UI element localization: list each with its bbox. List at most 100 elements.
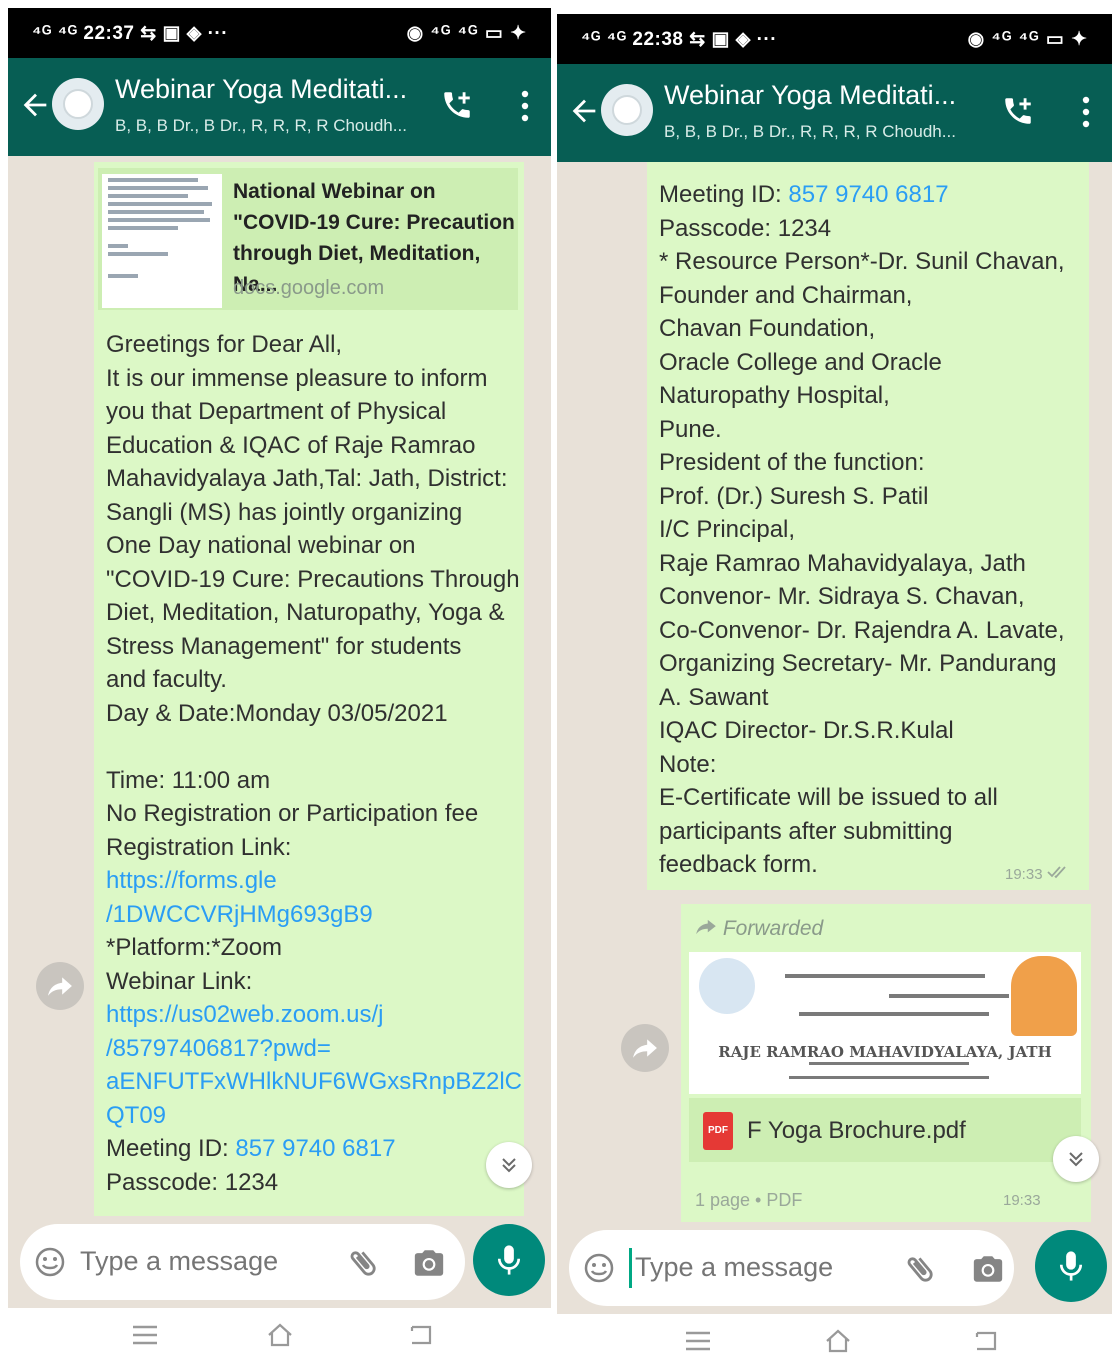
- message-link[interactable]: https://forms.gle: [106, 867, 277, 894]
- message-line-text: Registration Link:: [106, 833, 292, 861]
- message-line-text: Passcode: 1234: [659, 214, 832, 242]
- message-link[interactable]: /85797406817?pwd=: [106, 1035, 331, 1062]
- message-line: [106, 730, 522, 764]
- message-line-text: Meeting ID:: [659, 181, 789, 208]
- message-link[interactable]: aENFUTFxWHlkNUF6WGxsRnpBZ2lC: [106, 1068, 522, 1095]
- message-line-text: Prof. (Dr.) Suresh S. Patil: [659, 482, 929, 510]
- doc-thumbnail: [102, 174, 222, 308]
- message-line: Greetings for Dear All,: [106, 328, 522, 362]
- message-link[interactable]: /1DWCCVRjHMg693gB9: [106, 901, 373, 928]
- status-bar: ⁴ᴳ ⁴ᴳ 22:37 ⇆ ▣ ◈ ··· ◉ ⁴ᴳ ⁴ᴳ ▭ ✦: [8, 8, 551, 58]
- message-line: * Resource Person*-Dr. Sunil Chavan,: [659, 245, 1065, 279]
- meeting-id-link[interactable]: 857 9740 6817: [235, 1135, 395, 1162]
- message-line[interactable]: /1DWCCVRjHMg693gB9: [106, 898, 522, 932]
- brochure-text-line: [889, 994, 1009, 998]
- mic-button[interactable]: [473, 1224, 545, 1296]
- composer: [8, 1216, 551, 1308]
- message-link[interactable]: QT09: [106, 1102, 166, 1129]
- message-line: IQAC Director- Dr.S.R.Kulal: [659, 714, 1065, 748]
- attach-icon[interactable]: [346, 1246, 380, 1280]
- more-vert-icon[interactable]: [1082, 96, 1090, 128]
- message-line-text: Naturopathy Hospital,: [659, 382, 890, 409]
- add-call-icon[interactable]: [440, 88, 474, 122]
- home-icon[interactable]: [265, 1322, 295, 1348]
- chat-header: Webinar Yoga Meditati... B, B, B Dr., B …: [557, 64, 1112, 162]
- camera-icon[interactable]: [971, 1252, 1005, 1286]
- message-line-text: Convenor- Mr. Sidraya S. Chavan,: [659, 583, 1025, 610]
- chat-title[interactable]: Webinar Yoga Meditati...: [664, 80, 964, 111]
- message-input[interactable]: [635, 1252, 875, 1283]
- camera-icon[interactable]: [412, 1246, 446, 1280]
- back-nav-icon[interactable]: [406, 1322, 436, 1348]
- chat-title[interactable]: Webinar Yoga Meditati...: [115, 74, 415, 105]
- message-line: Chavan Foundation,: [659, 312, 1065, 346]
- message-line-text: One Day national webinar on: [106, 532, 416, 559]
- emoji-icon[interactable]: [34, 1246, 66, 1278]
- message-line[interactable]: https://forms.gle: [106, 864, 522, 898]
- college-logo: [699, 958, 755, 1014]
- message-link[interactable]: https://us02web.zoom.us/j: [106, 1001, 383, 1028]
- message-line: Pune.: [659, 413, 1065, 447]
- pdf-file-name: F Yoga Brochure.pdf: [747, 1117, 966, 1144]
- chat-area: National Webinar on "COVID-19 Cure: Prec…: [8, 156, 551, 1216]
- chat-header: Webinar Yoga Meditati... B, B, B Dr., B …: [8, 58, 551, 156]
- message-line: Prof. (Dr.) Suresh S. Patil: [659, 480, 1065, 514]
- scroll-down-icon[interactable]: [1053, 1136, 1099, 1182]
- message-line-text: Sangli (MS) has jointly organizing: [106, 498, 463, 526]
- group-avatar[interactable]: [601, 84, 653, 136]
- text-cursor: [629, 1248, 632, 1288]
- system-navbar: [8, 1308, 551, 1360]
- home-icon[interactable]: [823, 1328, 853, 1354]
- attach-icon[interactable]: [903, 1252, 937, 1286]
- message-line: you that Department of Physical: [106, 395, 522, 429]
- message-line: Oracle College and Oracle: [659, 346, 1065, 380]
- add-call-icon[interactable]: [1001, 94, 1035, 128]
- meeting-id-link[interactable]: 857 9740 6817: [788, 181, 948, 208]
- chat-members[interactable]: B, B, B Dr., B Dr., R, R, R, R Choudh...: [664, 122, 969, 142]
- message-line: feedback form.: [659, 848, 1065, 882]
- message-input[interactable]: [80, 1246, 320, 1277]
- message-line-text: Co-Convenor- Dr. Rajendra A. Lavate,: [659, 616, 1065, 644]
- back-arrow-icon[interactable]: [567, 94, 601, 128]
- message-line-text: Diet, Meditation, Naturopathy, Yoga &: [106, 599, 505, 626]
- brochure-preview[interactable]: RAJE RAMRAO MAHAVIDYALAYA, JATH: [689, 952, 1081, 1094]
- message-input-container[interactable]: [20, 1224, 465, 1300]
- message-line[interactable]: /85797406817?pwd=: [106, 1032, 522, 1066]
- message-line: Organizing Secretary- Mr. Pandurang: [659, 647, 1065, 681]
- emoji-icon[interactable]: [583, 1252, 615, 1284]
- more-vert-icon[interactable]: [521, 90, 529, 122]
- message-bubble[interactable]: Meeting ID: 857 9740 6817 Passcode: 1234 *…: [647, 162, 1089, 890]
- message-line: Naturopathy Hospital,: [659, 379, 1065, 413]
- back-arrow-icon[interactable]: [18, 88, 52, 122]
- forward-icon[interactable]: [36, 962, 84, 1010]
- back-nav-icon[interactable]: [971, 1328, 1001, 1354]
- message-line: Diet, Meditation, Naturopathy, Yoga &: [106, 596, 522, 630]
- recents-icon[interactable]: [130, 1322, 160, 1348]
- chat-members[interactable]: B, B, B Dr., B Dr., R, R, R, R Choudh...: [115, 116, 420, 136]
- message-line: Note:: [659, 748, 1065, 782]
- message-line-text: Founder and Chairman,: [659, 281, 913, 309]
- composer: [557, 1222, 1112, 1314]
- message-line-text: No Registration or Participation fee: [106, 800, 479, 827]
- message-line-text: Stress Management" for students: [106, 632, 462, 660]
- mic-button[interactable]: [1035, 1230, 1107, 1302]
- message-line[interactable]: aENFUTFxWHlkNUF6WGxsRnpBZ2lC: [106, 1065, 522, 1099]
- forwarded-message[interactable]: Forwarded RAJE RAMRAO MAHAVIDYALAYA, JAT…: [681, 904, 1091, 1222]
- message-line: Raje Ramrao Mahavidyalaya, Jath: [659, 547, 1065, 581]
- message-line: Meeting ID: 857 9740 6817: [659, 178, 1065, 212]
- message-line-text: you that Department of Physical: [106, 398, 447, 425]
- status-right-icons: ◉ ⁴ᴳ ⁴ᴳ ▭ ✦: [406, 22, 527, 44]
- left-screenshot: ⁴ᴳ ⁴ᴳ 22:37 ⇆ ▣ ◈ ··· ◉ ⁴ᴳ ⁴ᴳ ▭ ✦ Webina…: [8, 8, 551, 1360]
- message-input-container[interactable]: [569, 1230, 1014, 1306]
- message-bubble[interactable]: National Webinar on "COVID-19 Cure: Prec…: [94, 162, 524, 1216]
- message-line[interactable]: https://us02web.zoom.us/j: [106, 998, 522, 1032]
- pdf-attachment[interactable]: PDF F Yoga Brochure.pdf: [689, 1098, 1081, 1162]
- message-line: No Registration or Participation fee: [106, 797, 522, 831]
- link-preview[interactable]: National Webinar on "COVID-19 Cure: Prec…: [98, 168, 518, 310]
- group-avatar[interactable]: [52, 78, 104, 130]
- recents-icon[interactable]: [683, 1328, 713, 1354]
- forward-icon[interactable]: [621, 1024, 669, 1072]
- message-line[interactable]: QT09: [106, 1099, 522, 1133]
- message-line-text: Day & Date:Monday 03/05/2021: [106, 699, 448, 727]
- scroll-down-icon[interactable]: [486, 1142, 532, 1188]
